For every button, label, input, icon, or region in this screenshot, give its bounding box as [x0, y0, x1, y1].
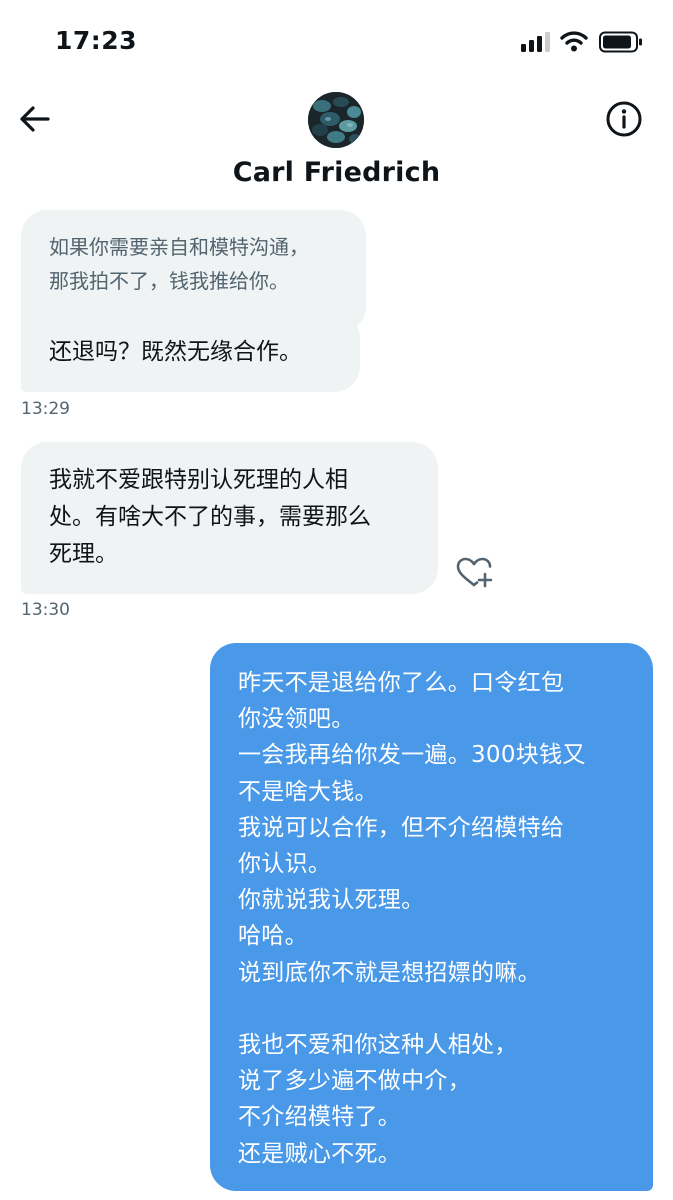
contact-name[interactable]: Carl Friedrich — [0, 157, 673, 188]
arrow-left-icon[interactable] — [16, 100, 54, 138]
avatar[interactable] — [308, 92, 364, 148]
battery-icon — [599, 31, 642, 53]
cellular-signal-icon — [521, 32, 550, 52]
status-time: 17:23 — [55, 26, 138, 55]
incoming-message-bubble[interactable]: 还退吗？既然无缘合作。 — [21, 312, 360, 392]
message-timestamp: 13:29 — [21, 399, 70, 419]
outgoing-message-bubble[interactable]: 昨天不是退给你了么。口令红包 你没领吧。 一会我再给你发一遍。300块钱又 不是… — [210, 643, 653, 1191]
incoming-message-bubble[interactable]: 我就不爱跟特别认死理的人相 处。有啥大不了的事，需要那么 死理。 — [21, 442, 438, 594]
heart-plus-icon[interactable] — [455, 556, 493, 590]
info-circle-icon[interactable] — [603, 98, 645, 140]
message-timestamp: 13:30 — [21, 600, 70, 620]
wifi-icon — [560, 31, 588, 52]
